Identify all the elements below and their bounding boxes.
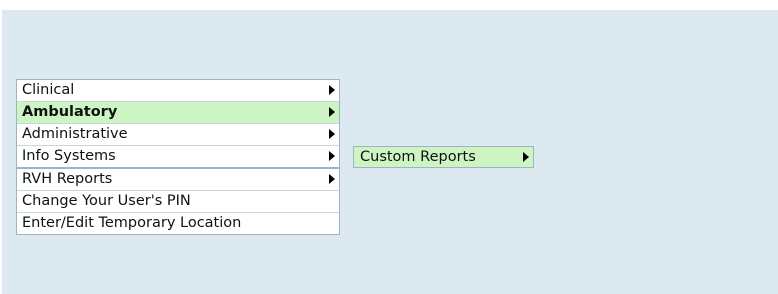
menu-item-administrative[interactable]: Administrative	[17, 124, 339, 146]
submenu-arrow-icon	[329, 107, 335, 117]
main-menu: Clinical Ambulatory Administrative Info …	[16, 79, 340, 235]
menu-item-label: Enter/Edit Temporary Location	[22, 215, 242, 231]
menu-item-label: Administrative	[22, 126, 128, 142]
menu-item-ambulatory[interactable]: Ambulatory	[17, 102, 339, 124]
ambulatory-submenu: Custom Reports	[353, 146, 534, 168]
menu-item-rvh-reports[interactable]: RVH Reports	[17, 169, 339, 191]
menu-item-temporary-location[interactable]: Enter/Edit Temporary Location	[17, 213, 339, 234]
menu-item-info-systems[interactable]: Info Systems	[17, 146, 339, 169]
submenu-item-label: Custom Reports	[360, 149, 476, 165]
submenu-arrow-icon	[329, 174, 335, 184]
menu-item-label: RVH Reports	[22, 171, 113, 187]
menu-item-change-pin[interactable]: Change Your User's PIN	[17, 191, 339, 213]
menu-item-label: Clinical	[22, 82, 75, 98]
menu-item-label: Info Systems	[22, 148, 116, 164]
menu-item-label: Ambulatory	[22, 104, 118, 120]
submenu-item-custom-reports[interactable]: Custom Reports	[354, 147, 533, 167]
menu-item-label: Change Your User's PIN	[22, 193, 191, 209]
submenu-arrow-icon	[329, 129, 335, 139]
submenu-arrow-icon	[329, 151, 335, 161]
menu-item-clinical[interactable]: Clinical	[17, 80, 339, 102]
submenu-arrow-icon	[523, 152, 529, 162]
submenu-arrow-icon	[329, 85, 335, 95]
